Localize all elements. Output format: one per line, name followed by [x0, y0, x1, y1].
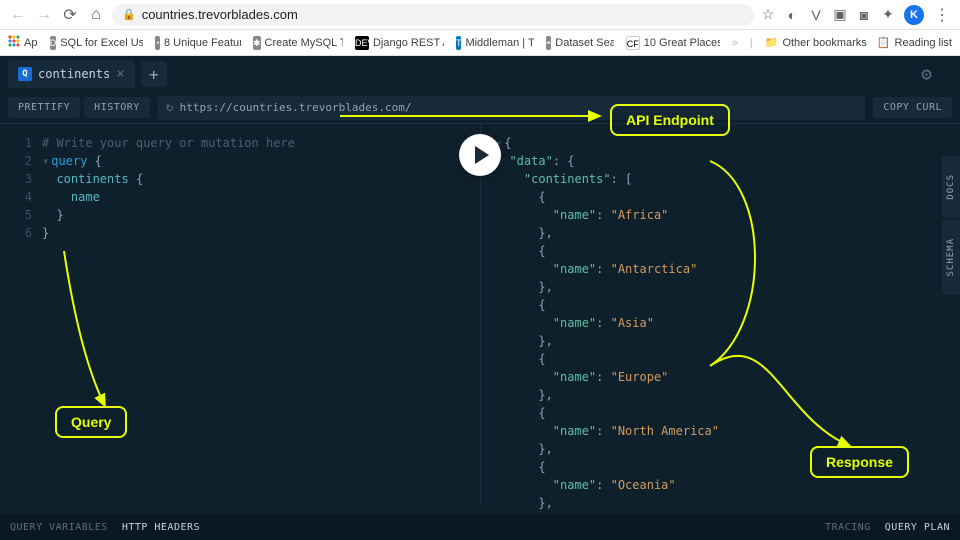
lock-icon: 🔒	[122, 8, 136, 21]
bookmark-item[interactable]: DEVDjango REST API -…	[355, 36, 444, 50]
bookmark-item[interactable]: ◓Dataset Search	[546, 36, 614, 50]
query-variables-tab[interactable]: QUERY VARIABLES	[10, 522, 108, 533]
history-button[interactable]: HISTORY	[84, 97, 150, 118]
ext-icon-3[interactable]: ▣	[832, 7, 848, 23]
query-icon: Q	[18, 67, 32, 81]
tab-bar: Q continents × + ⚙	[0, 56, 960, 92]
address-bar[interactable]: 🔒 countries.trevorblades.com	[112, 4, 754, 26]
copy-curl-button[interactable]: COPY CURL	[873, 97, 952, 118]
http-headers-tab[interactable]: HTTP HEADERS	[122, 522, 200, 533]
add-tab-button[interactable]: +	[141, 61, 167, 87]
bookmarks-bar: Apps DSQL for Excel Users… ◔8 Unique Fea…	[0, 30, 960, 56]
tracing-tab[interactable]: TRACING	[825, 522, 871, 533]
endpoint-input[interactable]: ↻ https://countries.trevorblades.com/	[158, 96, 865, 120]
ext-icon-2[interactable]: V	[808, 7, 824, 23]
home-button[interactable]: ⌂	[86, 6, 106, 24]
play-button[interactable]	[459, 134, 501, 176]
back-button[interactable]: ←	[8, 6, 28, 24]
reload-endpoint-icon[interactable]: ↻	[166, 100, 174, 115]
menu-icon[interactable]: ⋮	[932, 5, 952, 25]
star-icon[interactable]: ☆	[760, 7, 776, 23]
forward-button[interactable]: →	[34, 6, 54, 24]
tab-continents[interactable]: Q continents ×	[8, 60, 135, 88]
reload-button[interactable]: ⟳	[60, 5, 80, 25]
url-text: countries.trevorblades.com	[142, 7, 298, 22]
other-bookmarks[interactable]: 📁 Other bookmarks	[765, 36, 867, 49]
side-tabs: DOCS SCHEMA	[942, 156, 960, 294]
prettify-button[interactable]: PRETTIFY	[8, 97, 80, 118]
query-plan-tab[interactable]: QUERY PLAN	[885, 522, 950, 533]
close-tab-icon[interactable]: ×	[116, 66, 124, 82]
graphql-playground: Q continents × + ⚙ PRETTIFY HISTORY ↻ ht…	[0, 56, 960, 540]
reading-list[interactable]: 📋 Reading list	[877, 36, 952, 49]
footer-tabs: QUERY VARIABLES HTTP HEADERS TRACING QUE…	[0, 514, 960, 540]
annotation-response: Response	[810, 446, 909, 478]
annotation-query: Query	[55, 406, 127, 438]
endpoint-url: https://countries.trevorblades.com/	[180, 101, 412, 114]
settings-gear-icon[interactable]: ⚙	[921, 64, 932, 85]
bookmark-item[interactable]: ◔8 Unique Features…	[155, 36, 241, 50]
bookmark-item[interactable]: CF10 Great Places to F…	[626, 36, 720, 50]
tab-label: continents	[38, 67, 110, 81]
bookmark-item[interactable]: TMiddleman | Trello	[456, 36, 534, 50]
bookmark-item[interactable]: ✱Create MySQL Tabl…	[253, 36, 343, 50]
schema-tab[interactable]: SCHEMA	[942, 220, 960, 295]
bookmark-item[interactable]: DSQL for Excel Users…	[50, 36, 143, 50]
profile-avatar[interactable]: K	[904, 5, 924, 25]
puzzle-icon[interactable]: ✦	[880, 7, 896, 23]
apps-button[interactable]: Apps	[8, 35, 38, 50]
annotation-api-endpoint: API Endpoint	[610, 104, 730, 136]
extension-icons: ☆ ◐ V ▣ ◙ ✦ K ⋮	[760, 5, 952, 25]
ext-icon-4[interactable]: ◙	[856, 7, 872, 23]
bookmark-overflow[interactable]: »	[732, 37, 738, 49]
query-editor[interactable]: 1# Write your query or mutation here 2▾q…	[0, 124, 480, 504]
docs-tab[interactable]: DOCS	[942, 156, 960, 218]
playground-toolbar: PRETTIFY HISTORY ↻ https://countries.tre…	[0, 92, 960, 124]
browser-toolbar: ← → ⟳ ⌂ 🔒 countries.trevorblades.com ☆ ◐…	[0, 0, 960, 30]
ext-icon-1[interactable]: ◐	[784, 7, 800, 23]
